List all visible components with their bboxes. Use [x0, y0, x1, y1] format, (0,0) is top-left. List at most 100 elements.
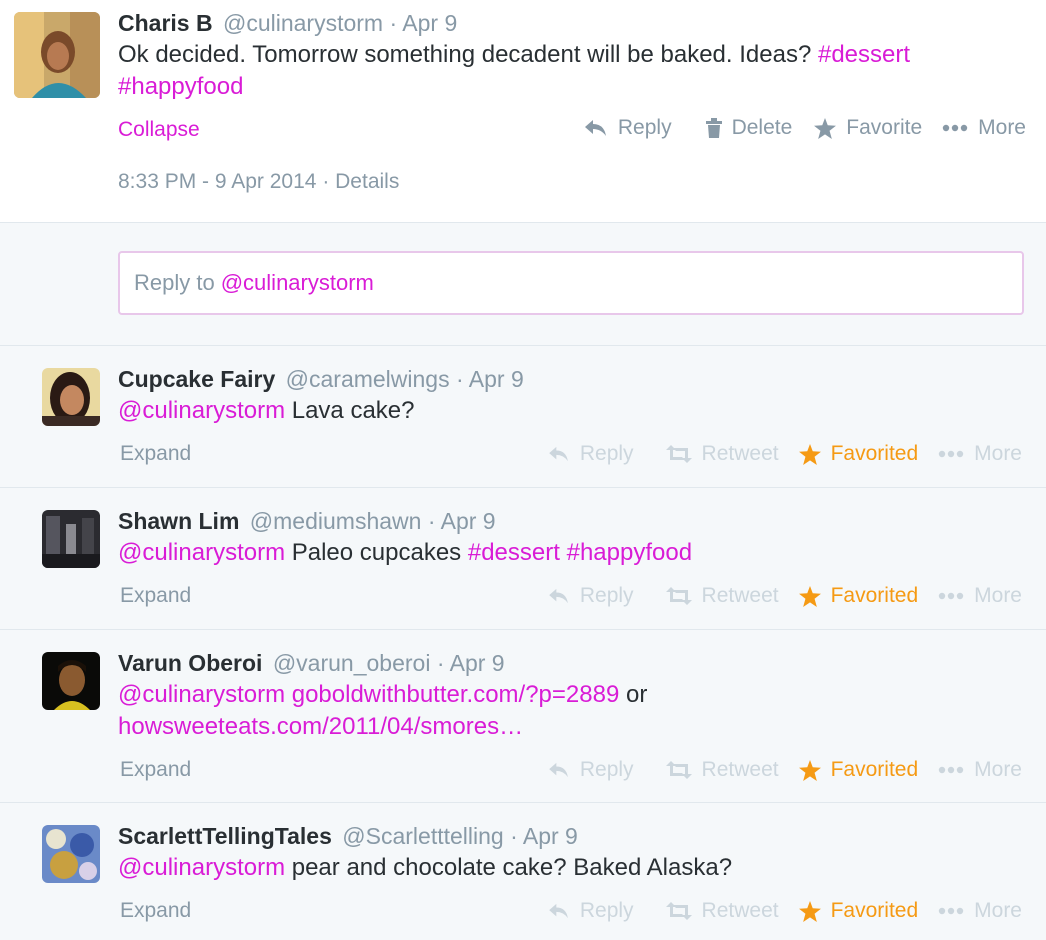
star-icon	[814, 117, 837, 139]
expand-link[interactable]: Expand	[120, 584, 191, 608]
reply-label: Reply	[617, 116, 672, 139]
author-name[interactable]: Varun Oberoi	[118, 650, 262, 676]
tweet-date[interactable]: Apr 9	[441, 508, 496, 534]
collapse-link[interactable]: Collapse	[118, 118, 200, 142]
tweet-text: Ok decided. Tomorrow something decadent …	[118, 39, 1028, 103]
more-label: More	[974, 584, 1022, 607]
avatar[interactable]	[42, 368, 100, 426]
mention-link[interactable]: @culinarystorm	[118, 854, 285, 881]
favorited-label: Favorited	[830, 758, 919, 781]
main-tweet: Charis B @culinarystorm · Apr 9 Ok decid…	[0, 0, 1046, 223]
tweet-body: Ok decided. Tomorrow something decadent …	[118, 41, 812, 68]
details-link[interactable]: Details	[335, 170, 399, 193]
author-handle[interactable]: @culinarystorm	[223, 10, 383, 36]
reply-tweet[interactable]: Shawn Lim @mediumshawn · Apr 9 @culinary…	[0, 488, 1046, 630]
timestamp-link[interactable]: 8:33 PM - 9 Apr 2014	[118, 170, 316, 193]
retweet-button[interactable]: Retweet	[665, 442, 779, 466]
favorited-button[interactable]: Favorited	[798, 584, 918, 608]
more-label: More	[974, 442, 1022, 465]
author-handle[interactable]: @varun_oberoi	[273, 650, 431, 676]
separator-dot: ·	[436, 650, 450, 676]
tweet-date[interactable]: Apr 9	[450, 650, 505, 676]
trash-icon	[705, 118, 722, 138]
mention-link[interactable]: @culinarystorm	[118, 397, 285, 424]
tweet-body: Lava cake?	[291, 397, 415, 424]
reply-label: Reply	[579, 442, 634, 465]
author-name[interactable]: Charis B	[118, 10, 213, 36]
delete-label: Delete	[731, 116, 793, 139]
tweet-date[interactable]: Apr 9	[402, 10, 457, 36]
reply-label: Reply	[579, 899, 634, 922]
tweet-timestamp: 8:33 PM - 9 Apr 2014 · Details	[118, 170, 399, 194]
tweet-text: @culinarystorm goboldwithbutter.com/?p=2…	[118, 679, 1018, 743]
reply-button[interactable]: Reply	[548, 442, 634, 466]
hashtag-link[interactable]: #dessert	[468, 539, 560, 566]
separator-dot: ·	[322, 170, 336, 193]
hashtag-link[interactable]: #happyfood	[567, 539, 692, 566]
expand-link[interactable]: Expand	[120, 442, 191, 466]
retweet-icon	[665, 902, 692, 920]
reply-mention: @culinarystorm	[220, 270, 374, 295]
favorited-label: Favorited	[830, 442, 919, 465]
more-button[interactable]: More	[938, 758, 1022, 782]
author-name[interactable]: ScarlettTellingTales	[118, 823, 332, 849]
more-button[interactable]: More	[942, 116, 1026, 140]
favorited-button[interactable]: Favorited	[798, 442, 919, 466]
more-dots-icon	[938, 766, 964, 774]
reply-tweet[interactable]: Cupcake Fairy @caramelwings · Apr 9 @cul…	[0, 346, 1046, 488]
separator-dot: ·	[389, 10, 403, 36]
expand-link[interactable]: Expand	[120, 758, 191, 782]
tweet-actions: Reply Retweet Favorited More	[548, 899, 1022, 923]
tweet-date[interactable]: Apr 9	[469, 366, 524, 392]
tweet-body: pear and chocolate cake? Baked Alaska?	[291, 854, 733, 881]
more-button[interactable]: More	[938, 584, 1022, 608]
favorited-button[interactable]: Favorited	[798, 758, 919, 782]
author-name[interactable]: Shawn Lim	[118, 508, 239, 534]
avatar[interactable]	[14, 12, 100, 98]
tweet-actions: Reply Retweet Favorited More	[548, 584, 1022, 608]
favorite-button[interactable]: Favorite	[814, 116, 922, 140]
url-link[interactable]: goboldwithbutter.com/?p=2889	[292, 681, 620, 708]
reply-button[interactable]: Reply	[548, 899, 634, 923]
reply-tweet[interactable]: ScarlettTellingTales @Scarletttelling · …	[0, 803, 1046, 940]
reply-area: Reply to @culinarystorm	[0, 223, 1046, 346]
author-handle[interactable]: @Scarletttelling	[342, 823, 503, 849]
reply-button[interactable]: Reply	[548, 584, 634, 608]
retweet-label: Retweet	[701, 899, 779, 922]
delete-button[interactable]: Delete	[705, 116, 793, 140]
author-handle[interactable]: @mediumshawn	[250, 508, 422, 534]
tweet-body: Paleo cupcakes	[291, 539, 462, 566]
more-button[interactable]: More	[938, 442, 1022, 466]
tweet-actions: Reply Retweet Favorited More	[548, 442, 1022, 466]
reply-icon	[549, 762, 568, 778]
expand-link[interactable]: Expand	[120, 899, 191, 923]
reply-icon	[584, 120, 606, 136]
reply-label: Reply	[579, 584, 634, 607]
avatar[interactable]	[42, 510, 100, 568]
retweet-label: Retweet	[701, 758, 779, 781]
favorited-button[interactable]: Favorited	[798, 899, 918, 923]
reply-input[interactable]: Reply to @culinarystorm	[118, 251, 1024, 315]
separator-dot: ·	[427, 508, 441, 534]
retweet-button[interactable]: Retweet	[665, 899, 779, 923]
tweet-text: @culinarystorm pear and chocolate cake? …	[118, 852, 732, 884]
author-handle[interactable]: @caramelwings	[286, 366, 450, 392]
mention-link[interactable]: @culinarystorm	[118, 539, 285, 566]
author-name[interactable]: Cupcake Fairy	[118, 366, 275, 392]
reply-tweet[interactable]: Varun Oberoi @varun_oberoi · Apr 9 @culi…	[0, 630, 1046, 803]
hashtag-link[interactable]: #dessert	[818, 41, 910, 68]
reply-button[interactable]: Reply	[548, 758, 634, 782]
retweet-button[interactable]: Retweet	[665, 584, 779, 608]
tweet-date[interactable]: Apr 9	[523, 823, 578, 849]
mention-link[interactable]: @culinarystorm	[118, 681, 285, 708]
more-button[interactable]: More	[938, 899, 1022, 923]
tweet-actions: Reply Retweet Favorited More	[548, 758, 1022, 782]
retweet-button[interactable]: Retweet	[665, 758, 779, 782]
url-link[interactable]: howsweeteats.com/2011/04/smores…	[118, 713, 523, 740]
avatar[interactable]	[42, 652, 100, 710]
more-dots-icon	[938, 907, 964, 915]
avatar[interactable]	[42, 825, 100, 883]
reply-label: Reply	[579, 758, 634, 781]
hashtag-link[interactable]: #happyfood	[118, 73, 243, 100]
reply-button[interactable]: Reply	[584, 116, 672, 140]
